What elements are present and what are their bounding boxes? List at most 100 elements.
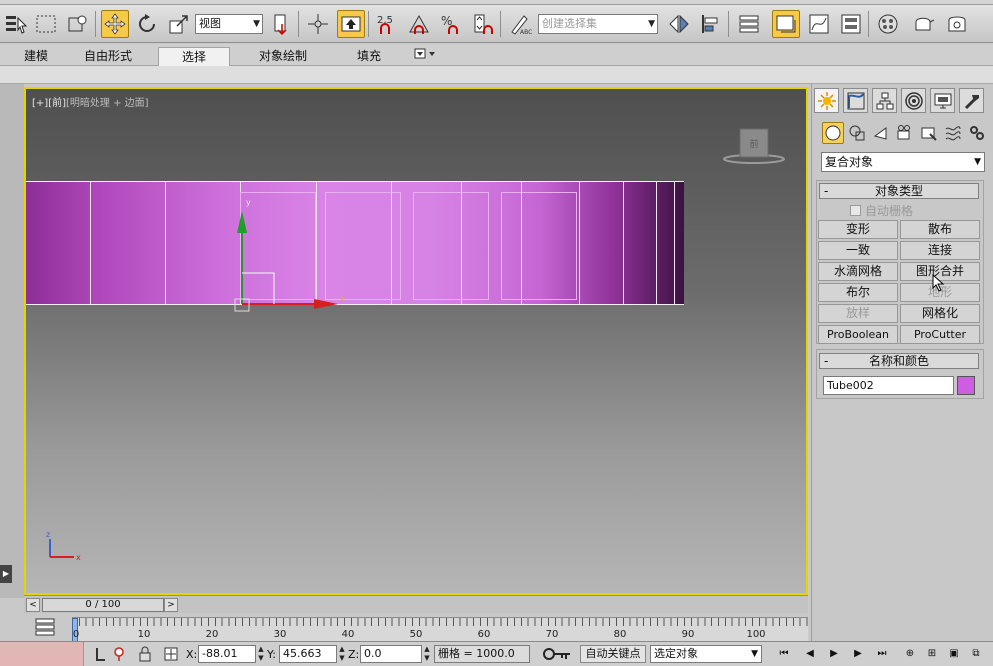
- zoom-icon[interactable]: ⊕: [902, 646, 918, 662]
- auto-key-button[interactable]: 自动关键点: [580, 645, 646, 663]
- selection-lock-icon[interactable]: [92, 645, 110, 663]
- snaps-toggle-icon[interactable]: 2.5: [373, 10, 401, 38]
- mirror-icon[interactable]: [665, 10, 693, 38]
- lights-category-icon[interactable]: [870, 122, 892, 144]
- curve-editor-icon[interactable]: [805, 10, 833, 38]
- time-slider[interactable]: < 0 / 100 >: [24, 595, 808, 613]
- viewport-shading-label[interactable]: [明暗处理 + 边面]: [66, 98, 149, 109]
- viewport-view-label[interactable]: [前]: [48, 98, 66, 109]
- z-coordinate-field[interactable]: 0.0: [360, 645, 422, 663]
- tab-freeform[interactable]: 自由形式: [72, 47, 144, 66]
- spinner-snap-icon[interactable]: [469, 10, 497, 38]
- absolute-mode-icon[interactable]: [162, 645, 180, 663]
- time-slider-thumb[interactable]: 0 / 100: [42, 598, 164, 612]
- proboolean-button[interactable]: ProBoolean: [818, 325, 898, 344]
- viewport-menu-label[interactable]: [+]: [32, 98, 48, 109]
- scene-explorer-icon[interactable]: [772, 10, 800, 38]
- select-and-scale-icon[interactable]: [165, 10, 193, 38]
- shapes-category-icon[interactable]: [846, 122, 868, 144]
- timeline-label: 10: [137, 629, 151, 640]
- render-setup-icon[interactable]: [910, 10, 938, 38]
- select-by-name-icon[interactable]: [2, 10, 30, 38]
- play-icon[interactable]: ▶: [826, 646, 842, 662]
- tab-selection[interactable]: 选择: [158, 47, 230, 66]
- rectangle-selection-icon[interactable]: [32, 10, 60, 38]
- status-bar: X: -88.01 ▲ ▼ Y: 45.663 ▲ ▼ Z: 0.0 ▲ ▼ 栅格 =…: [0, 641, 993, 666]
- morph-button[interactable]: 变形: [818, 220, 898, 239]
- move-gizmo[interactable]: y x: [226, 189, 366, 319]
- time-prev-button[interactable]: <: [26, 598, 40, 612]
- schematic-view-icon[interactable]: [837, 10, 865, 38]
- previous-frame-icon[interactable]: ◀: [802, 646, 818, 662]
- mini-curve-editor-icon[interactable]: [34, 617, 56, 637]
- x-coordinate-field[interactable]: -88.01: [198, 645, 256, 663]
- ribbon-options-icon[interactable]: [412, 47, 438, 66]
- utilities-tab-icon[interactable]: [959, 88, 984, 113]
- set-key-icon[interactable]: [540, 645, 574, 663]
- front-viewport[interactable]: [+][前][明暗处理 + 边面] 前 y x z x: [24, 87, 808, 595]
- maximize-viewport-icon[interactable]: ⧉: [968, 646, 984, 662]
- edit-named-selection-icon[interactable]: ABC: [506, 10, 534, 38]
- select-and-move-icon[interactable]: [101, 10, 129, 38]
- window-crossing-icon[interactable]: [64, 10, 92, 38]
- object-color-swatch[interactable]: [957, 376, 975, 395]
- z-spinner-icon[interactable]: ▲ ▼: [423, 645, 431, 663]
- tab-modeling[interactable]: 建模: [12, 47, 60, 66]
- procutter-button[interactable]: ProCutter: [900, 325, 980, 344]
- layer-manager-icon[interactable]: [735, 10, 763, 38]
- boolean-button[interactable]: 布尔: [818, 283, 898, 302]
- lock-icon[interactable]: [136, 645, 154, 663]
- object-category-dropdown[interactable]: 复合对象 ▼: [821, 152, 985, 172]
- conform-button[interactable]: 一致: [818, 241, 898, 260]
- create-tab-icon[interactable]: [814, 88, 839, 113]
- key-filter-dropdown[interactable]: 选定对象 ▼: [650, 645, 762, 663]
- motion-tab-icon[interactable]: [901, 88, 926, 113]
- zoom-extents-icon[interactable]: ▣: [946, 646, 962, 662]
- timeline-ruler[interactable]: 0 10 20 30 40 50 60 70 80 90 100: [72, 617, 808, 642]
- object-type-rollout-header[interactable]: - 对象类型: [819, 183, 979, 199]
- align-icon[interactable]: [697, 10, 725, 38]
- collapse-minus-icon: -: [824, 184, 829, 198]
- select-and-manipulate-icon[interactable]: [304, 10, 332, 38]
- isolate-selection-icon[interactable]: [110, 645, 128, 663]
- percent-snap-icon[interactable]: %: [437, 10, 465, 38]
- keyboard-shortcut-override-icon[interactable]: [337, 10, 365, 38]
- cameras-category-icon[interactable]: [894, 122, 916, 144]
- blobmesh-button[interactable]: 水滴网格: [818, 262, 898, 281]
- hierarchy-tab-icon[interactable]: [872, 88, 897, 113]
- scatter-button[interactable]: 散布: [900, 220, 980, 239]
- time-next-button[interactable]: >: [164, 598, 178, 612]
- go-to-start-icon[interactable]: ⏮: [776, 646, 792, 662]
- loft-button[interactable]: 放样: [818, 304, 898, 323]
- name-color-rollout-header[interactable]: - 名称和颜色: [819, 353, 979, 369]
- angle-snap-icon[interactable]: [405, 10, 433, 38]
- reference-coordinate-dropdown[interactable]: 视图 ▼: [195, 14, 263, 34]
- tab-populate[interactable]: 填充: [344, 47, 394, 66]
- systems-category-icon[interactable]: [966, 122, 988, 144]
- object-name-field[interactable]: Tube002: [823, 376, 954, 395]
- named-selection-dropdown[interactable]: 创建选择集 ▼: [538, 14, 658, 34]
- auto-grid-checkbox[interactable]: 自动栅格: [850, 202, 913, 219]
- viewcube[interactable]: 前: [722, 125, 786, 169]
- material-editor-icon[interactable]: [874, 10, 902, 38]
- zoom-all-icon[interactable]: ⊞: [924, 646, 940, 662]
- select-and-rotate-icon[interactable]: [133, 10, 161, 38]
- connect-button[interactable]: 连接: [900, 241, 980, 260]
- pivot-center-icon[interactable]: [268, 10, 296, 38]
- space-warps-category-icon[interactable]: [942, 122, 964, 144]
- display-tab-icon[interactable]: [930, 88, 955, 113]
- tab-object-paint[interactable]: 对象绘制: [246, 47, 320, 66]
- next-frame-icon[interactable]: ▶: [850, 646, 866, 662]
- expand-arrow-icon[interactable]: ▶: [0, 565, 12, 583]
- maxscript-listener[interactable]: [0, 642, 84, 666]
- modify-tab-icon[interactable]: [843, 88, 868, 113]
- y-spinner-icon[interactable]: ▲ ▼: [338, 645, 346, 663]
- helpers-category-icon[interactable]: [918, 122, 940, 144]
- render-frame-icon[interactable]: [944, 10, 972, 38]
- y-coordinate-field[interactable]: 45.663: [279, 645, 337, 663]
- go-to-end-icon[interactable]: ⏭: [874, 646, 890, 662]
- viewport-label[interactable]: [+][前][明暗处理 + 边面]: [32, 94, 149, 109]
- geometry-category-icon[interactable]: [822, 122, 844, 144]
- mesher-button[interactable]: 网格化: [900, 304, 980, 323]
- x-spinner-icon[interactable]: ▲ ▼: [257, 645, 265, 663]
